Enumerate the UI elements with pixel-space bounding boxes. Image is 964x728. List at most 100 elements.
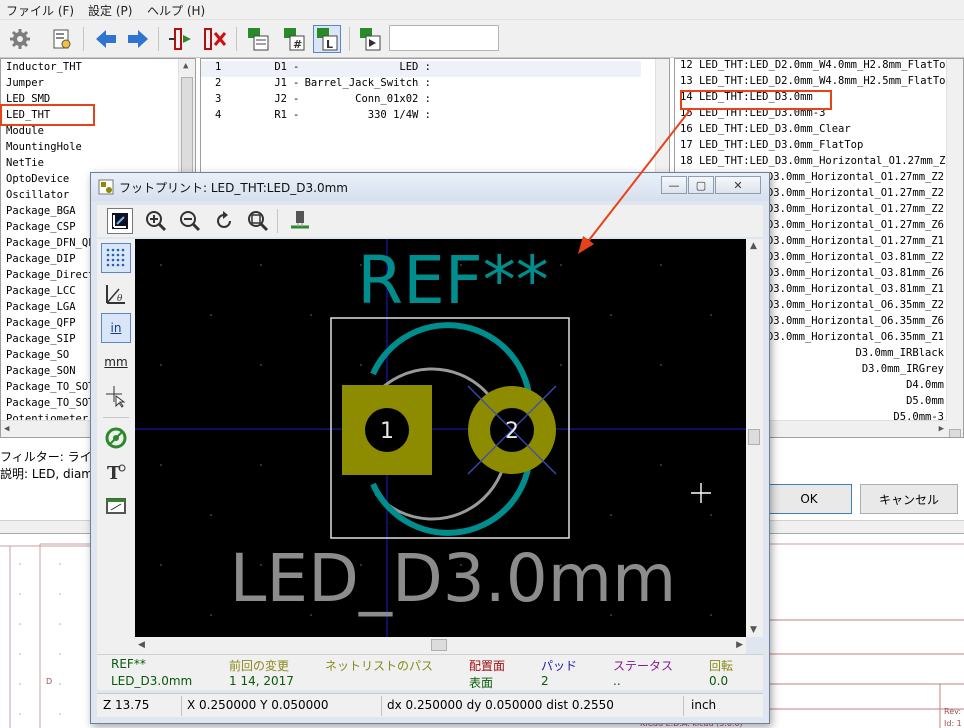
- library-list-item[interactable]: Package_DFN_QFN: [6, 237, 101, 253]
- close-button[interactable]: ✕: [715, 176, 761, 194]
- arrow-left-icon[interactable]: [92, 25, 120, 53]
- library-list-item[interactable]: NetTie: [6, 157, 44, 173]
- inch-units-label: in: [110, 321, 122, 335]
- footprint-viewer-titlebar[interactable]: フットプリント: LED_THT:LED_D3.0mm — ▢ ✕: [91, 173, 769, 201]
- filter-by-text-icon[interactable]: [356, 25, 384, 53]
- component-value: 330 1/4W :: [367, 109, 431, 121]
- library-list-item[interactable]: Package_DIP: [6, 253, 76, 269]
- footprint-list-item[interactable]: D3.0mm_Horizontal_O1.27mm_Z1: [767, 235, 944, 251]
- 3d-viewer-icon[interactable]: [287, 208, 313, 234]
- msg-netlist-path: ネットリストのパス: [325, 657, 433, 691]
- menu-preferences[interactable]: 設定 (P): [88, 2, 132, 19]
- menu-file[interactable]: ファイル (F): [6, 2, 74, 19]
- footprint-list-item[interactable]: D3.0mm_Horizontal_O1.27mm_Z2: [767, 187, 944, 203]
- footprint-list-item[interactable]: D3.0mm_Horizontal_O1.27mm_Z6: [767, 219, 944, 235]
- mm-units-toggle[interactable]: mm: [101, 347, 131, 377]
- cancel-button[interactable]: キャンセル: [860, 484, 958, 514]
- filter-by-library-icon[interactable]: L: [313, 25, 341, 53]
- redraw-icon[interactable]: [211, 208, 237, 234]
- msg-rotation-header: 回転: [709, 659, 734, 673]
- library-list-item[interactable]: Package_CSP: [6, 221, 76, 237]
- text-sketch-mode-icon[interactable]: T: [101, 457, 131, 487]
- pad-sketch-mode-icon[interactable]: [101, 423, 131, 453]
- footprint-list-item[interactable]: D4.0mm: [906, 379, 944, 395]
- polar-coords-icon[interactable]: θ: [101, 279, 131, 309]
- library-list-item[interactable]: OptoDevice: [6, 173, 69, 189]
- cursor-shape-icon[interactable]: [101, 381, 131, 411]
- footprint-list-item[interactable]: 17 LED_THT:LED_D3.0mm_FlatTop: [680, 139, 863, 155]
- filter-by-keywords-icon[interactable]: [244, 25, 272, 53]
- svg-text:Rev:: Rev:: [944, 707, 961, 716]
- inch-units-toggle[interactable]: in: [101, 313, 131, 343]
- msg-layer-value: 表面: [469, 676, 494, 690]
- msg-status-header: ステータス: [613, 659, 674, 673]
- library-table-icon[interactable]: [48, 25, 76, 53]
- component-row[interactable]: 2 J1- Barrel_Jack_Switch :: [201, 77, 641, 93]
- message-panel: REF** LED_D3.0mm 前回の変更 1 14, 2017 ネットリスト…: [97, 654, 763, 690]
- svg-text:Id: 1: Id: 1: [944, 719, 962, 728]
- footprint-list-item[interactable]: D3.0mm_Horizontal_O6.35mm_Z6: [767, 315, 944, 331]
- footprint-list-item[interactable]: D3.0mm_Horizontal_O6.35mm_Z2: [767, 299, 944, 315]
- library-list-item[interactable]: Module: [6, 125, 44, 141]
- footprint-list-item[interactable]: D5.0mm: [906, 395, 944, 411]
- maximize-button[interactable]: ▢: [688, 176, 714, 194]
- footprint-list-item[interactable]: 12 LED_THT:LED_D2.0mm_W4.0mm_H2.8mm_Flat…: [680, 59, 952, 75]
- library-list-item[interactable]: Package_LGA: [6, 301, 76, 317]
- auto-associate-icon[interactable]: [166, 25, 194, 53]
- footprint-viewer-toolbar: [97, 205, 763, 237]
- footprint-list-item[interactable]: D3.0mm_IRBlack: [855, 347, 944, 363]
- footprint-list-item[interactable]: 16 LED_THT:LED_D3.0mm_Clear: [680, 123, 851, 139]
- gear-icon[interactable]: [6, 25, 34, 53]
- menu-help[interactable]: ヘルプ (H): [147, 2, 205, 19]
- toolbar-separator: [103, 417, 129, 418]
- footprint-list-item[interactable]: D3.0mm_Horizontal_O6.35mm_Z1: [767, 331, 944, 347]
- library-list-item[interactable]: Package_LCC: [6, 285, 76, 301]
- zoom-out-icon[interactable]: [177, 208, 203, 234]
- footprint-value-text: LED_D3.0mm: [230, 540, 677, 617]
- zoom-to-fit-icon[interactable]: [107, 208, 133, 234]
- library-list-item[interactable]: Inductor_THT: [6, 61, 82, 77]
- filter-by-pin-count-icon[interactable]: #: [280, 25, 308, 53]
- component-row[interactable]: 1 D1- LED :: [201, 61, 641, 77]
- footprint-list-item[interactable]: D3.0mm_Horizontal_O3.81mm_Z6: [767, 267, 944, 283]
- toolbar-separator: [349, 27, 350, 51]
- footprint-list-item[interactable]: 18 LED_THT:LED_D3.0mm_Horizontal_O1.27mm…: [680, 155, 952, 171]
- filter-status-label: フィルター: ライブ: [0, 450, 104, 464]
- footprint-filter-input[interactable]: [389, 25, 499, 51]
- arrow-right-icon[interactable]: [124, 25, 152, 53]
- library-list-item[interactable]: MountingHole: [6, 141, 82, 157]
- canvas-horizontal-scrollbar[interactable]: ◀ ▶: [135, 637, 746, 654]
- library-list-item[interactable]: Package_SIP: [6, 333, 76, 349]
- library-list-item[interactable]: Oscillator: [6, 189, 69, 205]
- footprint-highlight-box: [680, 90, 832, 110]
- footprint-list-item[interactable]: D3.0mm_Horizontal_O1.27mm_Z2: [767, 171, 944, 187]
- component-row[interactable]: 4 R1-330 1/4W :: [201, 109, 641, 125]
- zoom-in-icon[interactable]: [143, 208, 169, 234]
- minimize-button[interactable]: —: [661, 176, 687, 194]
- footprint-canvas[interactable]: 1 2 REF** LED_D3.0mm: [135, 239, 746, 637]
- component-index: 1: [215, 61, 222, 73]
- footprint-list-item[interactable]: 13 LED_THT:LED_D2.0mm_W4.8mm_H2.5mm_Flat…: [680, 75, 952, 91]
- component-value: LED :: [399, 61, 431, 73]
- library-list-item[interactable]: Package_QFP: [6, 317, 76, 333]
- status-units: inch: [691, 698, 717, 712]
- library-list-item[interactable]: Package_BGA: [6, 205, 76, 221]
- grid-toggle-icon[interactable]: [101, 243, 131, 273]
- edge-sketch-mode-icon[interactable]: [101, 491, 131, 521]
- delete-associations-icon[interactable]: [200, 25, 228, 53]
- component-row[interactable]: 3 J2- Conn_01x02 :: [201, 93, 641, 109]
- footprint-list-scrollbar[interactable]: [946, 59, 963, 437]
- footprint-list-item[interactable]: D3.0mm_Horizontal_O1.27mm_Z2: [767, 203, 944, 219]
- library-list-item[interactable]: Jumper: [6, 77, 44, 93]
- mm-units-label: mm: [104, 355, 128, 369]
- library-list-item[interactable]: Package_SON: [6, 365, 76, 381]
- footprint-list-item[interactable]: D3.0mm_Horizontal_O3.81mm_Z2: [767, 251, 944, 267]
- toolbar-separator: [83, 27, 84, 51]
- msg-netlist-path-value: [325, 674, 433, 691]
- library-list-item[interactable]: Package_SO: [6, 349, 69, 365]
- ok-button[interactable]: OK: [766, 484, 852, 514]
- footprint-list-item[interactable]: D3.0mm_IRGrey: [862, 363, 944, 379]
- zoom-to-fit-page-icon[interactable]: [245, 208, 271, 234]
- footprint-list-item[interactable]: D3.0mm_Horizontal_O3.81mm_Z1: [767, 283, 944, 299]
- canvas-vertical-scrollbar[interactable]: ▲ ▼: [746, 239, 763, 637]
